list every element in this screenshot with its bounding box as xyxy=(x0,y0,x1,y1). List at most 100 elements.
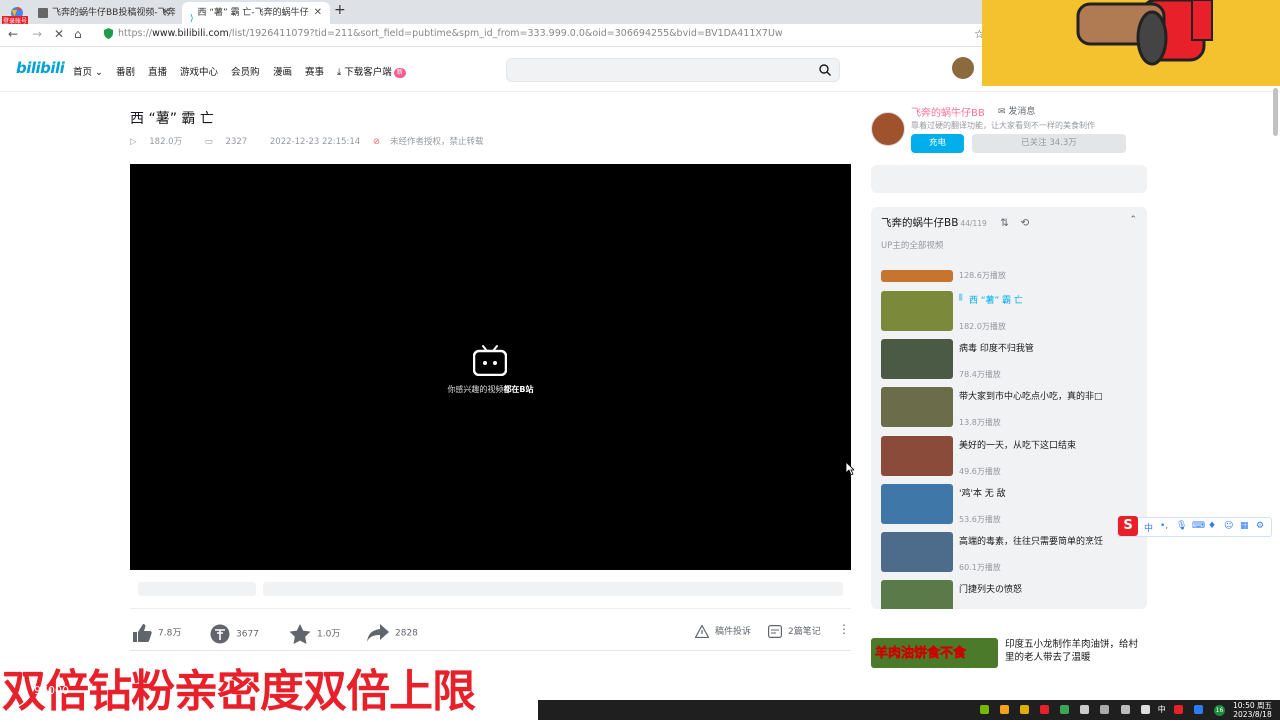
danmaku-count: ▭ 2327 xyxy=(205,137,257,147)
tab-uploader-videos[interactable]: 飞奔的蜗牛仔BB投稿视频-飞奔 ✕ xyxy=(30,2,178,24)
share-button[interactable]: 2828 xyxy=(367,624,418,642)
playlist-item[interactable]: 128.6万播放 xyxy=(881,270,1141,282)
app-tray-icon[interactable] xyxy=(1040,705,1050,714)
bluetooth-icon[interactable] xyxy=(1193,705,1203,714)
streamer-cam-overlay xyxy=(982,0,1280,86)
playlist-title[interactable]: 飞奔的蜗牛仔BB 44/119 ⇅ ⟲ xyxy=(881,215,1029,230)
playlist-thumbnail[interactable] xyxy=(881,387,953,427)
playlist-thumbnail[interactable] xyxy=(881,580,953,609)
nvidia-icon[interactable] xyxy=(979,705,989,714)
playlist-thumbnail[interactable] xyxy=(881,532,953,572)
close-tab-icon[interactable]: ✕ xyxy=(314,2,322,24)
playlist-item-title: 带大家到市中心吃点小吃，真的非□ xyxy=(959,392,1103,402)
collapse-chevron-icon[interactable]: ⌃ xyxy=(1129,215,1137,225)
send-message-link[interactable]: ✉ 发消息 xyxy=(998,104,1035,117)
recommended-thumbnail[interactable]: 羊肉油饼食不食 xyxy=(871,638,998,668)
shield-tray-icon[interactable] xyxy=(999,705,1009,714)
folder-tray-icon[interactable] xyxy=(1020,705,1030,714)
close-tab-icon[interactable]: ✕ xyxy=(162,2,170,24)
secure-shield-icon[interactable] xyxy=(104,28,113,39)
favorite-button[interactable]: 1.0万 xyxy=(289,624,340,644)
notes-icon xyxy=(768,625,783,639)
video-player[interactable]: 你感兴趣的视频都在B站 xyxy=(130,164,851,570)
video-toolbar: 7.8万 3677 1.0万 2828 稿件投诉 2篇笔记 ⋮ xyxy=(130,616,851,651)
playlist-thumbnail[interactable] xyxy=(881,484,953,524)
new-tab-button[interactable]: + xyxy=(334,2,346,18)
ime-toolbar[interactable]: S 中 •, 🎙︎ ⌨ ♦ ☺ ▦ ⚙ xyxy=(1117,516,1272,537)
playlist-thumbnail[interactable] xyxy=(881,291,953,331)
playlist-item[interactable]: 病毒 印度不归我管 78.4万播放 xyxy=(881,339,1141,383)
follow-button[interactable]: 已关注 34.3万 xyxy=(972,134,1126,153)
nav-home[interactable]: 首页 ⌄ xyxy=(73,64,103,78)
uploader-avatar[interactable] xyxy=(871,112,905,146)
playlist-thumbnail[interactable] xyxy=(881,270,953,282)
report-button[interactable]: 稿件投诉 xyxy=(694,624,752,639)
nav-download-label: 下载客户端 xyxy=(344,67,392,78)
url-path: /list/1926411079?tid=211&sort_field=pubt… xyxy=(228,28,783,39)
ime-tray-mode[interactable]: 中 xyxy=(1158,705,1166,714)
emoji-icon[interactable]: ☺ xyxy=(1224,521,1233,531)
uploader-name[interactable]: 飞奔的蜗牛仔BB xyxy=(911,104,985,119)
notification-count[interactable]: 16 xyxy=(1214,705,1225,716)
playlist-item[interactable]: 高端的毒素，往往只需要简单的烹饪 60.1万播放 xyxy=(881,532,1141,576)
skin-icon[interactable]: ♦ xyxy=(1208,521,1216,531)
microphone-icon[interactable]: 🎙︎ xyxy=(1176,521,1187,531)
punctuation-icon[interactable]: •, xyxy=(1160,521,1168,531)
home-icon[interactable]: ⌂ xyxy=(74,27,82,41)
nav-esports[interactable]: 赛事 xyxy=(305,64,324,78)
playlist-thumbnail[interactable] xyxy=(881,339,953,379)
send-message-label: 发消息 xyxy=(1008,107,1036,117)
forward-arrow-icon[interactable]: → xyxy=(32,27,42,41)
playlist-item[interactable]: '鸡'本 无 敌 53.6万播放 xyxy=(881,484,1141,528)
loop-icon[interactable]: ⟲ xyxy=(1020,217,1029,229)
search-input[interactable] xyxy=(506,58,840,82)
playlist-item[interactable]: 美好的一天，从吃下这口结束 49.6万播放 xyxy=(881,436,1141,480)
toolbox-icon[interactable]: ▦ xyxy=(1240,521,1249,531)
playlist-item-title: 门捷列夫の愤怒 xyxy=(959,585,1023,595)
playlist-item-plays: 182.0万播放 xyxy=(959,322,1006,331)
playlist-thumbnail[interactable] xyxy=(881,436,953,476)
playlist-item[interactable]: 带大家到市中心吃点小吃，真的非□ 13.8万播放 xyxy=(881,387,1141,431)
sogou-logo[interactable]: S xyxy=(1118,516,1138,536)
report-label: 稿件投诉 xyxy=(715,627,752,637)
notes-label: 2篇笔记 xyxy=(788,627,821,637)
danmaku-input-placeholder[interactable] xyxy=(263,582,843,596)
url-field[interactable]: https://www.bilibili.com/list/1926411079… xyxy=(118,28,783,39)
display-tray-icon[interactable] xyxy=(1080,705,1090,714)
network-icon[interactable] xyxy=(1120,705,1130,714)
nav-comics[interactable]: 漫画 xyxy=(273,64,292,78)
ime-settings-icon[interactable]: ⚙ xyxy=(1256,521,1264,531)
playlist-item[interactable]: 门捷列夫の愤怒 xyxy=(881,580,1141,609)
nav-anime[interactable]: 番剧 xyxy=(116,64,135,78)
bilibili-logo[interactable]: bilibili xyxy=(16,59,65,77)
nav-download-client[interactable]: ⤓ 下载客户端新 xyxy=(337,64,406,78)
notes-button[interactable]: 2篇笔记 xyxy=(768,624,821,639)
nav-membership-shop[interactable]: 会员购 xyxy=(231,64,260,78)
like-button[interactable]: 7.8万 xyxy=(132,624,181,642)
page-scrollbar[interactable] xyxy=(1273,88,1278,136)
keyboard-icon[interactable]: ⌨ xyxy=(1192,521,1205,531)
taskbar-clock[interactable]: 10:50 周五 2023/8/18 xyxy=(1233,701,1272,719)
sort-order-icon[interactable]: ⇅ xyxy=(1000,217,1009,229)
like-count: 7.8万 xyxy=(158,628,182,639)
charge-button[interactable]: 充电 xyxy=(911,134,964,153)
nav-game-center[interactable]: 游戏中心 xyxy=(180,64,218,78)
tab-title: 飞奔的蜗牛仔BB投稿视频-飞奔 xyxy=(52,8,176,18)
stop-loading-icon[interactable]: ✕ xyxy=(54,27,64,41)
search-icon[interactable] xyxy=(819,64,831,76)
windows-taskbar: 中 16 10:50 周五 2023/8/18 xyxy=(538,700,1280,720)
ime-mode[interactable]: 中 xyxy=(1144,521,1153,534)
nav-live[interactable]: 直播 xyxy=(148,64,167,78)
volume-icon[interactable] xyxy=(1140,705,1150,714)
recommended-video[interactable]: 羊肉油饼食不食 印度五小龙制作羊肉油饼，给村里的老人带去了温暖 xyxy=(871,638,1147,670)
user-avatar[interactable] xyxy=(952,57,974,79)
tab-current-video[interactable]: ⟩西 “薯” 霸 亡-飞奔的蜗牛仔 ✕ xyxy=(182,2,330,24)
more-options-icon[interactable]: ⋮ xyxy=(838,622,850,636)
recommended-title[interactable]: 印度五小龙制作羊肉油饼，给村里的老人带去了温暖 xyxy=(1005,638,1145,664)
wechat-tray-icon[interactable] xyxy=(1060,705,1070,714)
mic-tray-icon[interactable] xyxy=(1100,705,1110,714)
coin-button[interactable]: 3677 xyxy=(210,624,259,644)
back-arrow-icon[interactable]: ← xyxy=(8,27,18,41)
playlist-item[interactable]: ⫼ 西 “薯” 霸 亡 182.0万播放 xyxy=(881,291,1141,335)
sogou-tray-icon[interactable] xyxy=(1173,705,1183,714)
